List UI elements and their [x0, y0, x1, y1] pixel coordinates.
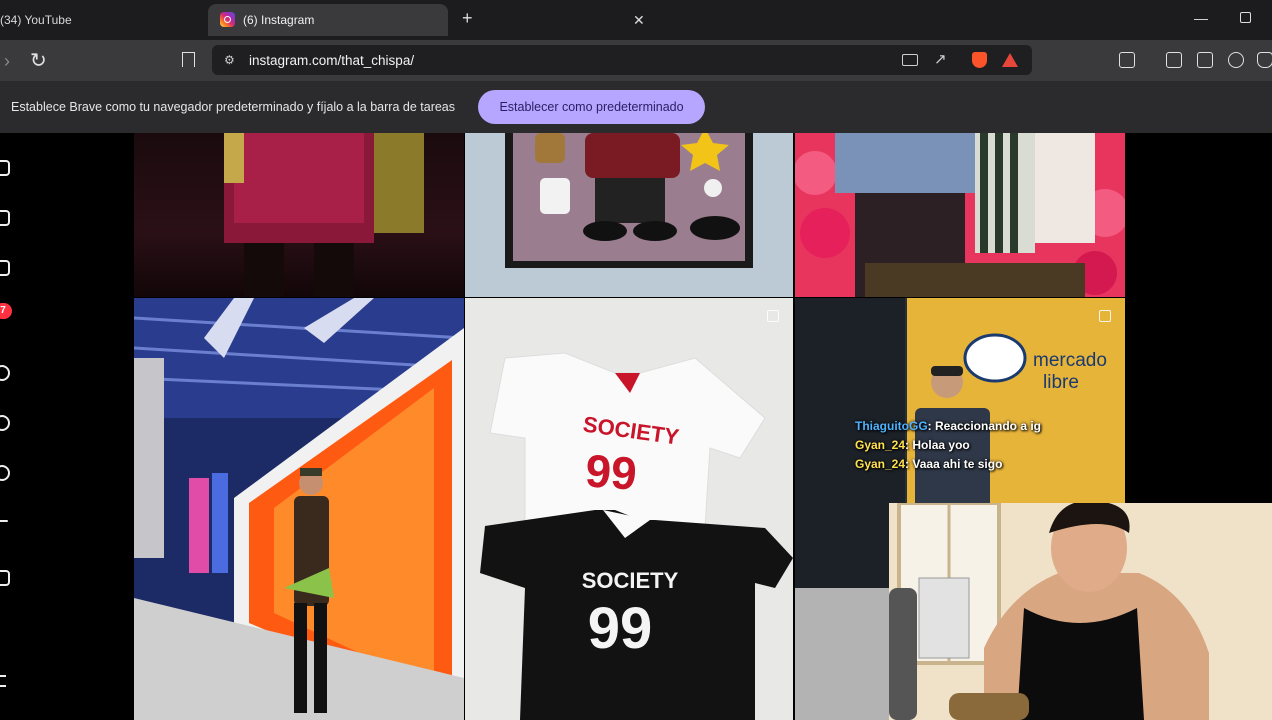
instagram-profile-grid: 7 SOCIETY 99 SOCIETY 99 mercado libre Th… — [0, 133, 1272, 720]
webcam-image — [889, 503, 1272, 720]
chat-message: ThiaguitoGG: Reaccionando a ig — [855, 419, 1125, 433]
post-3[interactable] — [795, 133, 1125, 297]
jersey-bottom-society: SOCIETY — [582, 568, 679, 593]
chat-username: Gyan_24 — [855, 457, 906, 471]
instagram-sidebar: 7 — [0, 133, 20, 720]
create-icon[interactable] — [0, 570, 10, 586]
bookmark-icon[interactable] — [182, 52, 195, 67]
notification-badge: 7 — [0, 303, 12, 319]
leo-icon[interactable] — [1119, 52, 1135, 68]
post-3-image — [795, 133, 1125, 297]
carousel-icon — [767, 310, 779, 322]
post-5-image: SOCIETY 99 SOCIETY 99 — [480, 352, 793, 720]
chat-username: ThiaguitoGG — [855, 419, 928, 433]
brave-rewards-icon[interactable] — [1002, 53, 1018, 67]
chat-text: : Holaa yoo — [905, 438, 970, 452]
reload-button[interactable]: ↻ — [30, 48, 47, 73]
post-2-image — [505, 133, 753, 268]
more-menu-icon[interactable] — [0, 675, 6, 687]
restore-button[interactable] — [1240, 12, 1251, 23]
infobar-message: Establece Brave como tu navegador predet… — [11, 100, 456, 114]
instagram-icon — [220, 12, 235, 27]
chat-text: : Reaccionando a ig — [927, 419, 1042, 433]
wallet-icon[interactable] — [1197, 52, 1213, 68]
webcam-overlay — [889, 503, 1272, 720]
search-icon[interactable] — [0, 365, 10, 381]
stream-chat-overlay: ThiaguitoGG: Reaccionando a ig Gyan_24: … — [855, 419, 1125, 476]
new-tab-button[interactable]: + — [462, 8, 473, 28]
chat-text: : Vaaa ahi te sigo — [905, 457, 1003, 471]
tab-youtube-title: (34) YouTube — [0, 13, 72, 27]
tab-youtube[interactable]: (34) YouTube — [0, 4, 205, 36]
sign-libre: libre — [1043, 372, 1079, 393]
instagram-logo-icon[interactable] — [0, 160, 10, 176]
url-text[interactable]: instagram.com/that_chispa/ — [249, 53, 414, 68]
sidebar-toggle-icon[interactable] — [1166, 52, 1182, 68]
home-icon[interactable] — [0, 210, 10, 226]
brave-shields-icon[interactable] — [972, 52, 987, 68]
ai-assistant-icon[interactable] — [1228, 52, 1244, 68]
tab-instagram-title: (6) Instagram — [243, 13, 315, 27]
address-bar[interactable]: ⚙ instagram.com/that_chispa/ ↗ — [212, 45, 1032, 75]
explore-icon[interactable] — [0, 415, 10, 431]
post-1-image — [224, 133, 424, 297]
minimize-button[interactable]: — — [1194, 10, 1208, 26]
notifications-icon[interactable] — [0, 520, 8, 522]
jersey-bottom-number: 99 — [588, 596, 653, 661]
post-4-image — [134, 298, 464, 720]
post-5[interactable]: SOCIETY 99 SOCIETY 99 — [465, 298, 793, 720]
browser-tab-bar: (34) YouTube (6) Instagram ✕ + — — [0, 0, 1272, 40]
reels-icon[interactable] — [0, 260, 10, 276]
post-1[interactable] — [134, 133, 464, 297]
close-tab-icon[interactable]: ✕ — [633, 12, 645, 29]
chat-message: Gyan_24: Holaa yoo — [855, 438, 1125, 452]
default-browser-infobar: Establece Brave como tu navegador predet… — [0, 81, 1272, 133]
chat-message: Gyan_24: Vaaa ahi te sigo — [855, 457, 1125, 471]
set-default-button[interactable]: Establecer como predeterminado — [478, 90, 705, 124]
cast-icon[interactable] — [902, 54, 918, 66]
post-2[interactable] — [465, 133, 793, 297]
site-settings-icon[interactable]: ⚙ — [224, 53, 235, 67]
carousel-icon — [1099, 310, 1111, 322]
jersey-top-number: 99 — [584, 444, 639, 499]
browser-toolbar: › ↻ ⚙ instagram.com/that_chispa/ ↗ — [0, 40, 1272, 81]
share-icon[interactable]: ↗ — [934, 50, 947, 68]
messages-icon[interactable] — [0, 465, 10, 481]
forward-button[interactable]: › — [4, 51, 10, 72]
sign-mercado: mercado — [1033, 350, 1107, 371]
chat-username: Gyan_24 — [855, 438, 906, 452]
vpn-shield-icon[interactable] — [1257, 52, 1272, 68]
post-4[interactable] — [134, 298, 464, 720]
tab-instagram[interactable]: (6) Instagram ✕ — [208, 4, 645, 36]
